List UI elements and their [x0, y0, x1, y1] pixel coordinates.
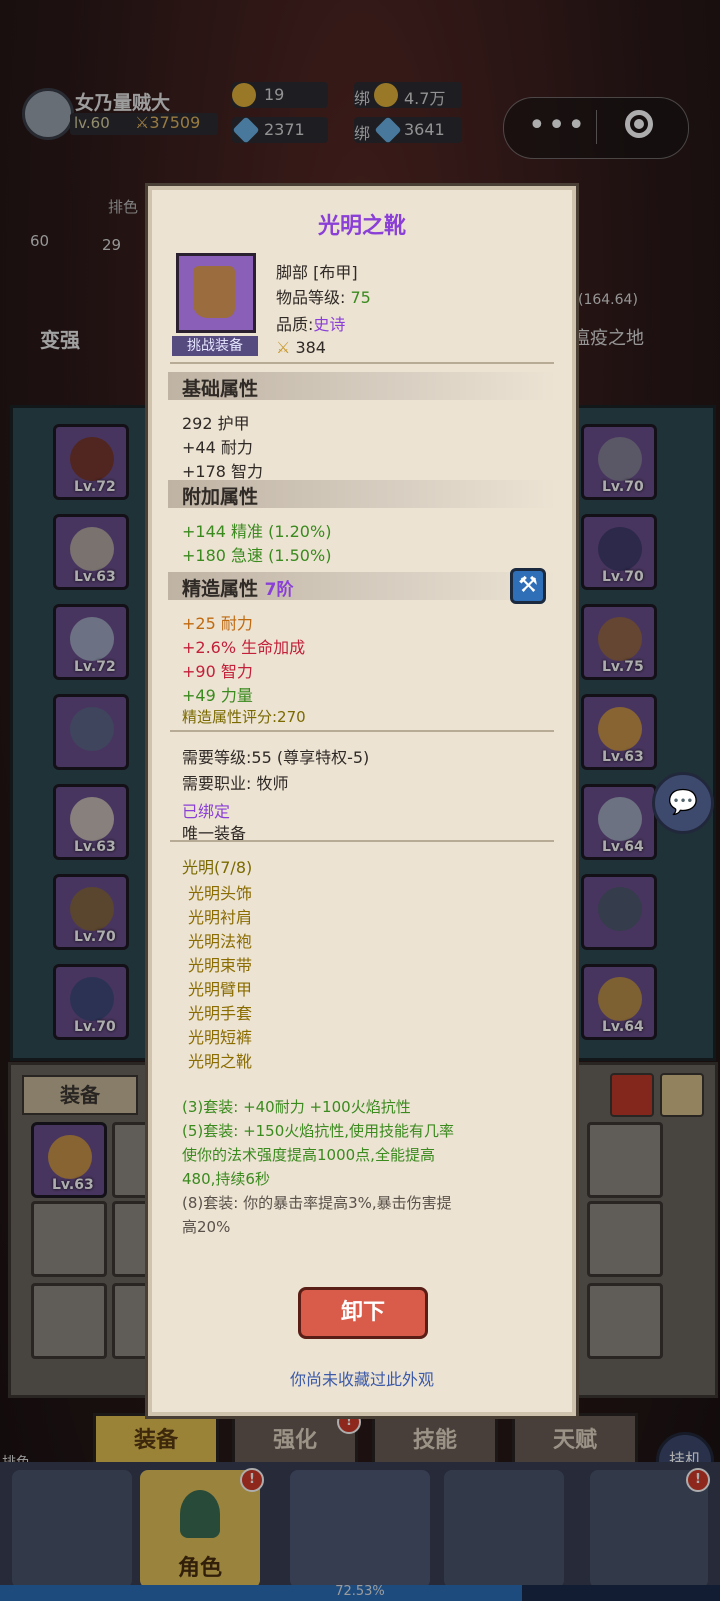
- refine-attr-3: +90 智力: [182, 662, 253, 681]
- set-piece-2: 光明衬肩: [188, 908, 253, 927]
- divider: [170, 730, 554, 732]
- set-bonus-5-line1: (5)套装: +150火焰抗性,使用技能有几率: [182, 1122, 455, 1140]
- set-bonus-3: (3)套装: +40耐力 +100火焰抗性: [182, 1098, 411, 1116]
- quality-label: 品质:: [276, 315, 314, 334]
- set-piece-3: 光明法袍: [188, 932, 253, 951]
- set-title: 光明(7/8): [182, 858, 253, 877]
- divider: [170, 840, 554, 842]
- set-piece-7: 光明短裤: [188, 1028, 253, 1047]
- refine-attr-4: +49 力量: [182, 686, 253, 705]
- bound-status: 已绑定: [182, 802, 231, 821]
- set-bonus-8-line2: 高20%: [182, 1218, 231, 1236]
- extra-attr-1: +144 精准 (1.20%): [182, 522, 332, 541]
- base-attr-3: +178 智力: [182, 462, 264, 481]
- score-row: ⚔ 384: [276, 338, 326, 357]
- refine-attr-1: +25 耐力: [182, 614, 253, 633]
- divider: [170, 362, 554, 364]
- unequip-button[interactable]: 卸下: [298, 1287, 428, 1339]
- collection-note: 你尚未收藏过此外观: [289, 1370, 434, 1389]
- refine-hammer-icon[interactable]: ⚒: [510, 568, 546, 604]
- required-class: 需要职业: 牧师: [182, 774, 289, 793]
- challenge-tag: 挑战装备: [172, 336, 258, 356]
- set-piece-8: 光明之靴: [188, 1052, 253, 1071]
- item-level-label: 物品等级:: [276, 288, 346, 307]
- set-bonus-8-line1: (8)套装: 你的暴击率提高3%,暴击伤害提: [182, 1194, 452, 1212]
- sword-icon: ⚔: [276, 338, 291, 357]
- refine-score: 精造属性评分:270: [182, 708, 306, 726]
- base-attr-title: 基础属性: [182, 378, 259, 400]
- boots-icon: [193, 266, 235, 318]
- refine-title-text: 精造属性: [182, 578, 259, 600]
- base-attr-1: 292 护甲: [182, 414, 250, 433]
- set-piece-6: 光明手套: [188, 1004, 253, 1023]
- base-attr-2: +44 耐力: [182, 438, 253, 457]
- refine-attr-2: +2.6% 生命加成: [182, 638, 306, 657]
- item-level-row: 物品等级: 75: [276, 284, 371, 308]
- item-name: 光明之靴: [317, 214, 406, 239]
- set-piece-5: 光明臂甲: [188, 980, 253, 999]
- set-piece-4: 光明束带: [188, 956, 253, 975]
- chat-bubble-icon[interactable]: 💬: [652, 772, 714, 834]
- extra-attr-title: 附加属性: [182, 486, 259, 508]
- item-slot: 脚部 [布甲]: [276, 263, 358, 282]
- item-level-value: 75: [350, 288, 371, 307]
- set-bonus-5-line2: 使你的法术强度提高1000点,全能提高: [182, 1146, 435, 1164]
- set-piece-1: 光明头饰: [188, 884, 253, 903]
- required-level: 需要等级:55 (尊享特权-5): [182, 748, 370, 767]
- refine-attr-title: 精造属性 7阶: [182, 574, 293, 601]
- refine-tier: 7阶: [264, 580, 294, 600]
- quality-value: 史诗: [313, 315, 346, 334]
- set-bonus-5-line3: 480,持续6秒: [182, 1170, 270, 1188]
- quality-row: 品质:史诗: [276, 311, 345, 335]
- item-score: 384: [295, 338, 326, 357]
- extra-attr-2: +180 急速 (1.50%): [182, 546, 332, 565]
